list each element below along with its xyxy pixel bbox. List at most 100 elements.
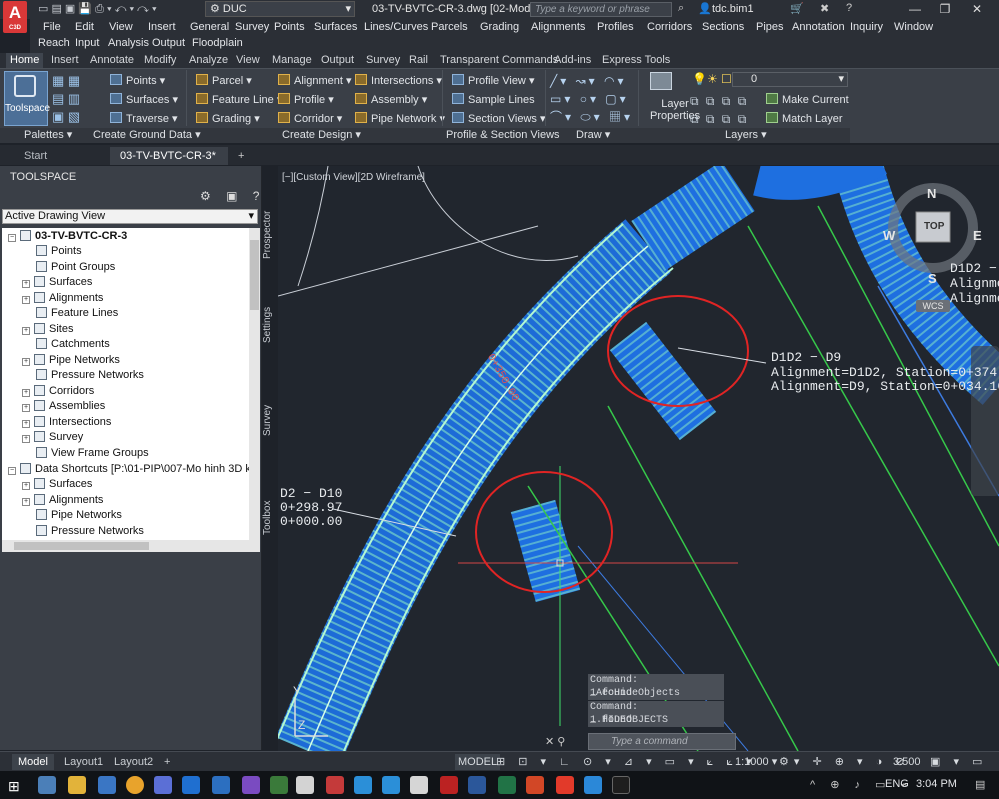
tree-root[interactable]: −03-TV-BVTC-CR-3: [8, 229, 127, 244]
add-layout-button[interactable]: +: [158, 754, 176, 770]
menu-floodplain[interactable]: Floodplain: [192, 36, 243, 51]
panel-palettes[interactable]: Palettes ▾: [24, 128, 72, 143]
grading-button[interactable]: Grading ▾: [196, 111, 260, 127]
side-tab-toolbox[interactable]: Toolbox: [262, 495, 278, 540]
menu-view[interactable]: View: [109, 20, 133, 35]
tab-output[interactable]: Output: [317, 53, 358, 68]
quick-access-toolbar[interactable]: ▭ ▤ ▣ 💾 ⎙ ▾ ↶ ▾ ↷ ▾: [38, 1, 157, 17]
tab-express-tools[interactable]: Express Tools: [598, 53, 674, 68]
word-icon[interactable]: [98, 776, 116, 794]
notifications-icon[interactable]: ▤: [975, 778, 985, 791]
tree-item-view-frame-groups[interactable]: View Frame Groups: [36, 446, 149, 461]
app-icon[interactable]: [354, 776, 372, 794]
tab-modify[interactable]: Modify: [140, 53, 180, 68]
app-icon[interactable]: [584, 776, 602, 794]
tree-item-sites[interactable]: + Sites: [22, 322, 73, 337]
menu-profiles[interactable]: Profiles: [597, 20, 634, 35]
tree-item-surfaces[interactable]: + Surfaces: [22, 275, 92, 290]
tree-item-pressure-networks[interactable]: Pressure Networks: [36, 368, 144, 383]
menu-points[interactable]: Points: [274, 20, 305, 35]
shortcut-item-surfaces[interactable]: + Surfaces: [22, 477, 92, 492]
autocad-icon[interactable]: [326, 776, 344, 794]
menu-sections[interactable]: Sections: [702, 20, 744, 35]
alignment-button[interactable]: Alignment ▾: [278, 73, 352, 89]
maximize-button[interactable]: ❐: [930, 0, 960, 19]
surfaces-button[interactable]: Surfaces ▾: [110, 92, 178, 108]
panel-create-ground-data[interactable]: Create Ground Data ▾: [93, 128, 201, 143]
sample-lines-button[interactable]: Sample Lines: [452, 92, 535, 108]
steam-icon[interactable]: [612, 776, 630, 794]
exchange-icon[interactable]: ✖: [820, 2, 829, 15]
panel-draw[interactable]: Draw ▾: [576, 128, 610, 143]
layer-dropdown[interactable]: 0 ▾: [732, 72, 848, 87]
help-icon[interactable]: ?: [846, 2, 852, 14]
intersections-button[interactable]: Intersections ▾: [355, 73, 442, 89]
tab-document[interactable]: 03-TV-BVTC-CR-3*: [110, 147, 228, 165]
close-button[interactable]: ✕: [962, 0, 992, 19]
user-name[interactable]: tdc.bim1: [712, 1, 754, 17]
menu-edit[interactable]: Edit: [75, 20, 94, 35]
app-icon[interactable]: [154, 776, 172, 794]
side-tab-settings[interactable]: Settings: [262, 300, 278, 350]
menu-surfaces[interactable]: Surfaces: [314, 20, 357, 35]
traverse-button[interactable]: Traverse ▾: [110, 111, 178, 127]
tab-model[interactable]: Model: [12, 754, 54, 770]
pipe-network-button[interactable]: Pipe Network ▾: [355, 111, 445, 127]
app-icon[interactable]: [410, 776, 428, 794]
menu-annotation[interactable]: Annotation: [792, 20, 845, 35]
tab-manage[interactable]: Manage: [268, 53, 316, 68]
binoculars-icon[interactable]: ⌕: [678, 2, 684, 15]
layer-tools[interactable]: ⧉ ⧉ ⧉ ⧉ ⧉ ⧉ ⧉ ⧉: [690, 92, 748, 128]
make-current-button[interactable]: Make Current: [766, 92, 849, 108]
compass-west[interactable]: W: [883, 228, 895, 243]
menu-pipes[interactable]: Pipes: [756, 20, 784, 35]
draw-tools[interactable]: ╱▾ ↝▾ ◠▾ ▭▾ ○▾ ▢▾ ⌒▾ ⬭▾ ▦▾: [550, 72, 634, 126]
menu-input[interactable]: Input: [75, 36, 99, 51]
feature-line-button[interactable]: Feature Line ▾: [196, 92, 282, 108]
tab-annotate[interactable]: Annotate: [86, 53, 138, 68]
shortcut-item-alignments[interactable]: + Alignments: [22, 493, 103, 508]
powerpoint-icon[interactable]: [526, 776, 544, 794]
tree-data-shortcuts[interactable]: − Data Shortcuts [P:\01-PIP\007-Mo hinh 3…: [8, 462, 250, 477]
tab-transparent-commands[interactable]: Transparent Commands: [436, 53, 562, 68]
tab-rail[interactable]: Rail: [405, 53, 432, 68]
tab-add-ins[interactable]: Add-ins: [550, 53, 595, 68]
user-icon[interactable]: 👤: [698, 2, 712, 15]
app-icon[interactable]: [296, 776, 314, 794]
match-layer-button[interactable]: Match Layer: [766, 111, 843, 127]
menu-insert[interactable]: Insert: [148, 20, 176, 35]
status-value[interactable]: 3.500: [893, 754, 921, 770]
tab-start[interactable]: Start: [14, 147, 57, 165]
clock[interactable]: 3:04 PM: [916, 778, 957, 790]
app-logo[interactable]: A C3D: [3, 1, 27, 33]
pdf-icon[interactable]: [440, 776, 458, 794]
explorer-icon[interactable]: [38, 776, 56, 794]
tab-home[interactable]: Home: [6, 53, 44, 68]
tree-item-catchments[interactable]: Catchments: [36, 337, 110, 352]
wcs-menu[interactable]: WCS: [916, 300, 950, 312]
tree-item-alignments[interactable]: + Alignments: [22, 291, 103, 306]
workspace-select[interactable]: ⚙ DUC ▾: [205, 1, 355, 17]
start-icon[interactable]: ⊞: [8, 778, 20, 795]
section-views-button[interactable]: Section Views ▾: [452, 111, 545, 127]
layer-state-icons[interactable]: 💡☀ ☐: [692, 72, 732, 86]
assembly-button[interactable]: Assembly ▾: [355, 92, 427, 108]
app-icon[interactable]: [182, 776, 200, 794]
side-tab-survey[interactable]: Survey: [262, 400, 278, 440]
drawing-canvas[interactable]: [278, 166, 999, 751]
tab-layout2[interactable]: Layout2: [108, 754, 159, 770]
viewcube-top[interactable]: TOP: [924, 221, 944, 232]
status-right-tools[interactable]: ▣ ▾ ▭ ▭ ≡: [930, 754, 999, 784]
chrome-icon[interactable]: [126, 776, 144, 794]
folder-icon[interactable]: [68, 776, 86, 794]
tree-item-corridors[interactable]: + Corridors: [22, 384, 94, 399]
command-input[interactable]: Type a command: [588, 733, 736, 750]
shortcut-item-pressure-networks[interactable]: Pressure Networks: [36, 524, 144, 539]
app-icon[interactable]: [212, 776, 230, 794]
tab-insert[interactable]: Insert: [47, 53, 83, 68]
profile-view-button[interactable]: Profile View ▾: [452, 73, 534, 89]
palette-icons[interactable]: ▦ ▦ ▤ ▥ ▣ ▧: [52, 72, 86, 126]
tree-item-assemblies[interactable]: + Assemblies: [22, 399, 105, 414]
toolspace-toolbar[interactable]: ⚙ ▣ ?: [200, 189, 265, 203]
menu-grading[interactable]: Grading: [480, 20, 519, 35]
